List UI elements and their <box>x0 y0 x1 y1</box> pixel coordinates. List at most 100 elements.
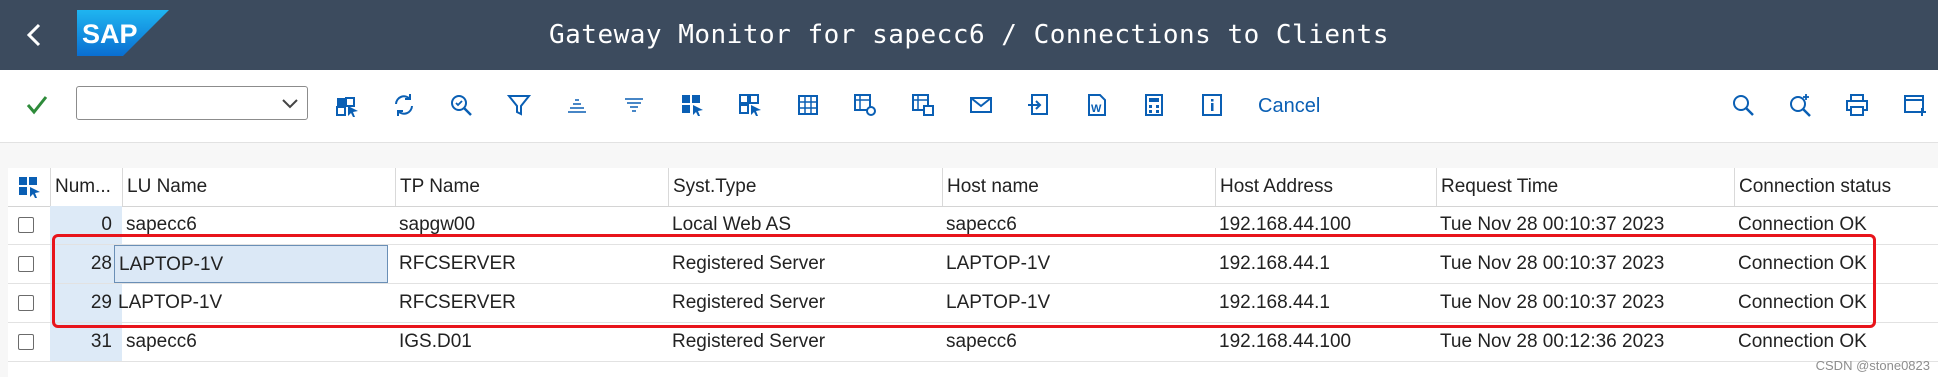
details-button[interactable] <box>444 88 478 122</box>
spreadsheet-button[interactable] <box>791 88 825 122</box>
magnifier-check-icon <box>451 95 472 116</box>
table-row[interactable]: 29 LAPTOP-1V RFCSERVER Registered Server… <box>8 284 1938 323</box>
cell-num: 0 <box>50 206 122 244</box>
find-button[interactable] <box>1726 88 1760 122</box>
table-settings-button[interactable] <box>848 88 882 122</box>
cell-syst-type[interactable]: Registered Server <box>668 323 942 361</box>
toolbar: W Cancel <box>0 70 1938 143</box>
cell-request-time[interactable]: Tue Nov 28 00:10:37 2023 <box>1436 284 1734 322</box>
refresh-button[interactable] <box>387 88 421 122</box>
envelope-icon <box>970 97 992 113</box>
cell-lu-name[interactable]: sapecc6 <box>122 323 395 361</box>
title-bar: SAP Gateway Monitor for sapecc6 / Connec… <box>0 0 1938 70</box>
cell-connection-status[interactable]: Connection OK <box>1734 323 1938 361</box>
calculator-button[interactable] <box>1137 88 1171 122</box>
cell-tp-name[interactable]: IGS.D01 <box>395 323 668 361</box>
search-plus-icon <box>1790 94 1811 117</box>
command-input[interactable] <box>83 87 267 119</box>
export-table-button[interactable] <box>906 88 940 122</box>
select-all-icon <box>19 177 40 198</box>
cancel-button[interactable]: Cancel <box>1258 92 1320 120</box>
cell-connection-status[interactable]: Connection OK <box>1734 284 1938 322</box>
new-window-icon <box>1904 95 1926 116</box>
cell-host-address[interactable]: 192.168.44.100 <box>1215 323 1436 361</box>
select-layout-button[interactable] <box>675 88 709 122</box>
cell-host-name[interactable]: LAPTOP-1V <box>942 284 1215 322</box>
search-icon <box>1733 95 1754 116</box>
col-header-lu-name[interactable]: LU Name <box>122 168 395 206</box>
print-button[interactable] <box>1840 88 1874 122</box>
find-next-button[interactable] <box>1783 88 1817 122</box>
enter-button[interactable] <box>20 88 54 122</box>
col-header-host-name[interactable]: Host name <box>942 168 1215 206</box>
cell-tp-name[interactable]: RFCSERVER <box>395 245 668 283</box>
cell-tp-name[interactable]: RFCSERVER <box>395 284 668 322</box>
filter-icon <box>506 95 532 116</box>
col-header-num[interactable]: Num... <box>50 168 122 206</box>
watermark: CSDN @stone0823 <box>1815 358 1930 373</box>
cell-syst-type[interactable]: Local Web AS <box>668 206 942 244</box>
row-checkbox[interactable] <box>18 295 34 311</box>
table-row[interactable]: 0 sapecc6 sapgw00 Local Web AS sapecc6 1… <box>8 206 1938 245</box>
select-all-button[interactable] <box>8 168 50 206</box>
row-checkbox[interactable] <box>18 217 34 233</box>
word-processing-button[interactable]: W <box>1079 88 1113 122</box>
sort-ascending-icon <box>568 99 586 113</box>
cell-lu-name[interactable]: sapecc6 <box>122 206 395 244</box>
cell-host-address[interactable]: 192.168.44.1 <box>1215 245 1436 283</box>
word-document-icon: W <box>1088 94 1106 116</box>
export-arrow-icon <box>1028 94 1048 115</box>
cell-tp-name[interactable]: sapgw00 <box>395 206 668 244</box>
cell-host-name[interactable]: LAPTOP-1V <box>942 245 1215 283</box>
new-session-button[interactable] <box>1898 88 1932 122</box>
grid-outline-icon <box>739 94 761 116</box>
table-row[interactable]: 28 LAPTOP-1V RFCSERVER Registered Server… <box>8 245 1938 284</box>
table-gear-icon <box>854 94 876 116</box>
sort-ascending-button[interactable] <box>560 88 594 122</box>
table-export-icon <box>912 94 934 116</box>
cell-num: 28 <box>50 245 122 283</box>
col-header-connection-status[interactable]: Connection status <box>1734 168 1938 206</box>
refresh-icon <box>395 94 413 116</box>
connections-table: Num... LU Name TP Name Syst.Type Host na… <box>8 168 1938 377</box>
col-header-host-address[interactable]: Host Address <box>1215 168 1436 206</box>
col-header-request-time[interactable]: Request Time <box>1436 168 1734 206</box>
grid-cursor-icon <box>682 95 703 116</box>
row-checkbox[interactable] <box>18 256 34 272</box>
col-header-tp-name[interactable]: TP Name <box>395 168 668 206</box>
cell-connection-status[interactable]: Connection OK <box>1734 245 1938 283</box>
row-checkbox[interactable] <box>18 334 34 350</box>
cell-syst-type[interactable]: Registered Server <box>668 245 942 283</box>
filter-button[interactable] <box>502 88 536 122</box>
cell-syst-type[interactable]: Registered Server <box>668 284 942 322</box>
object-services-button[interactable] <box>330 88 364 122</box>
table-header: Num... LU Name TP Name Syst.Type Host na… <box>8 168 1938 207</box>
sort-descending-button[interactable] <box>617 88 651 122</box>
cell-request-time[interactable]: Tue Nov 28 00:10:37 2023 <box>1436 245 1734 283</box>
page-title: Gateway Monitor for sapecc6 / Connection… <box>549 20 1389 50</box>
calculator-icon <box>1145 94 1163 116</box>
send-mail-button[interactable] <box>964 88 998 122</box>
printer-icon <box>1846 94 1868 116</box>
table-row[interactable]: 31 sapecc6 IGS.D01 Registered Server sap… <box>8 323 1938 362</box>
export-button[interactable] <box>1021 88 1055 122</box>
cell-host-address[interactable]: 192.168.44.1 <box>1215 284 1436 322</box>
chevron-down-icon[interactable] <box>279 92 301 114</box>
cell-request-time[interactable]: Tue Nov 28 00:10:37 2023 <box>1436 206 1734 244</box>
cell-num: 29 <box>50 284 122 322</box>
command-field[interactable] <box>76 86 308 120</box>
col-header-syst-type[interactable]: Syst.Type <box>668 168 942 206</box>
info-button[interactable] <box>1195 88 1229 122</box>
cell-connection-status[interactable]: Connection OK <box>1734 206 1938 244</box>
cell-host-name[interactable]: sapecc6 <box>942 206 1215 244</box>
info-icon <box>1202 94 1222 116</box>
checkmark-icon <box>26 96 48 115</box>
cell-host-address[interactable]: 192.168.44.100 <box>1215 206 1436 244</box>
cell-lu-name-selected[interactable]: LAPTOP-1V <box>114 245 388 283</box>
cell-host-name[interactable]: sapecc6 <box>942 323 1215 361</box>
table-icon <box>798 95 818 115</box>
cell-lu-name[interactable]: LAPTOP-1V <box>114 284 395 322</box>
change-layout-button[interactable] <box>733 88 767 122</box>
cell-request-time[interactable]: Tue Nov 28 00:12:36 2023 <box>1436 323 1734 361</box>
svg-text:W: W <box>1091 103 1102 115</box>
